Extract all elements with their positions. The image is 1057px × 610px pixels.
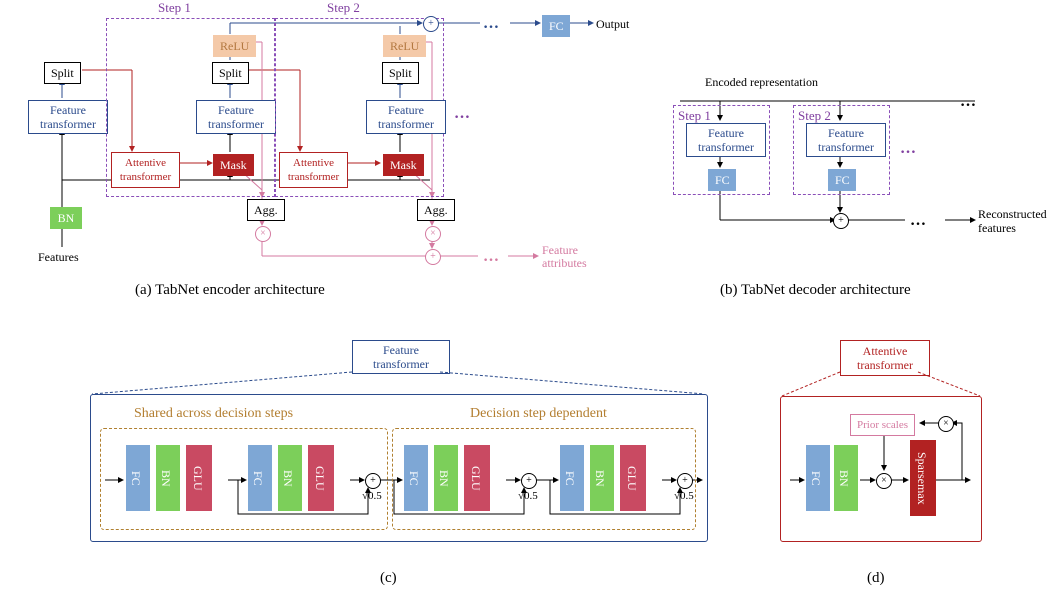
sum-c3: + xyxy=(677,473,693,489)
encoder-caption: (a) TabNet encoder architecture xyxy=(135,282,325,299)
split-step1: Split xyxy=(212,62,249,84)
prior-scales: Prior scales xyxy=(850,414,915,436)
bn-s2: BN xyxy=(278,445,302,511)
encoded-rep-label: Encoded representation xyxy=(705,75,818,90)
reconstructed-features-label: Reconstructedfeatures xyxy=(978,207,1047,235)
at-fc: FC xyxy=(806,445,830,511)
glu-s1: GLU xyxy=(186,445,212,511)
at-bn: BN xyxy=(834,445,858,511)
features-label: Features xyxy=(38,250,79,265)
agg-step1: Agg. xyxy=(247,199,285,221)
glu-s2: GLU xyxy=(308,445,334,511)
dots-decoder-output: … xyxy=(910,212,928,230)
glu-d1: GLU xyxy=(464,445,490,511)
feature-transformer-step2: Featuretransformer xyxy=(366,100,446,134)
glu-d2: GLU xyxy=(620,445,646,511)
mult-step2: × xyxy=(425,226,441,242)
feature-transformer-detail: Featuretransformer Shared across decisio… xyxy=(90,340,710,590)
step1-label: Step 1 xyxy=(158,0,191,16)
output-label: Output xyxy=(596,17,629,32)
relu-step1: ReLU xyxy=(213,35,256,57)
ft-caption: (c) xyxy=(380,570,397,587)
feature-attributes-label: Featureattributes xyxy=(542,244,587,270)
shared-label: Shared across decision steps xyxy=(134,406,293,422)
encoder-diagram: Features BN Featuretransformer Split Ste… xyxy=(0,0,640,300)
decoder-fc-step2: FC xyxy=(828,169,856,191)
at-feedback-mult: × xyxy=(938,416,954,432)
sqrt-1: √0.5 xyxy=(362,490,382,502)
bn-block: BN xyxy=(50,207,82,229)
fc-d1: FC xyxy=(404,445,428,511)
bn-s1: BN xyxy=(156,445,180,511)
decoder-caption: (b) TabNet decoder architecture xyxy=(720,282,911,299)
decoder-ft-step2: Featuretransformer xyxy=(806,123,886,157)
decoder-diagram: Encoded representation Step 1 Featuretra… xyxy=(660,75,1050,275)
dots-feat-attr: … xyxy=(483,248,501,266)
agg-step2: Agg. xyxy=(417,199,455,221)
feature-transformer-step1: Featuretransformer xyxy=(196,100,276,134)
decoder-fc-step1: FC xyxy=(708,169,736,191)
dots-decoder-steps: … xyxy=(900,140,918,158)
fc-s1: FC xyxy=(126,445,150,511)
attentive-transformer-detail: Attentivetransformer FC BN × Prior scale… xyxy=(780,340,1010,590)
sqrt-3: √0.5 xyxy=(674,490,694,502)
mult-step1: × xyxy=(255,226,271,242)
attentive-transformer-step1: Attentivetransformer xyxy=(111,152,180,188)
split-step2: Split xyxy=(382,62,419,84)
mask-step1: Mask xyxy=(213,154,254,176)
at-caption: (d) xyxy=(867,570,885,587)
dots-encoder-steps: … xyxy=(454,105,472,123)
split-step0: Split xyxy=(44,62,81,84)
decoder-step1-label: Step 1 xyxy=(678,108,711,124)
at-title-box: Attentivetransformer xyxy=(840,340,930,376)
bn-d1: BN xyxy=(434,445,458,511)
feature-transformer-step0: Featuretransformer xyxy=(28,100,108,134)
attentive-transformer-step2: Attentivetransformer xyxy=(279,152,348,188)
sum-decoder: + xyxy=(833,213,849,229)
dots-encoder-top: … xyxy=(483,15,501,33)
dependent-label: Decision step dependent xyxy=(470,406,607,422)
sum-c1: + xyxy=(365,473,381,489)
decoder-ft-step1: Featuretransformer xyxy=(686,123,766,157)
fc-d2: FC xyxy=(560,445,584,511)
at-mult: × xyxy=(876,473,892,489)
sum-c2: + xyxy=(521,473,537,489)
ft-title-box: Featuretransformer xyxy=(352,340,450,374)
sqrt-2: √0.5 xyxy=(518,490,538,502)
step2-label: Step 2 xyxy=(327,0,360,16)
dots-decoder-bus: … xyxy=(960,93,978,111)
mask-step2: Mask xyxy=(383,154,424,176)
sum-feat-attr: + xyxy=(425,249,441,265)
bn-d2: BN xyxy=(590,445,614,511)
fc-s2: FC xyxy=(248,445,272,511)
sum-output: + xyxy=(423,16,439,32)
sparsemax: Sparsemax xyxy=(910,440,936,516)
relu-step2: ReLU xyxy=(383,35,426,57)
fc-output: FC xyxy=(542,15,570,37)
decoder-step2-label: Step 2 xyxy=(798,108,831,124)
